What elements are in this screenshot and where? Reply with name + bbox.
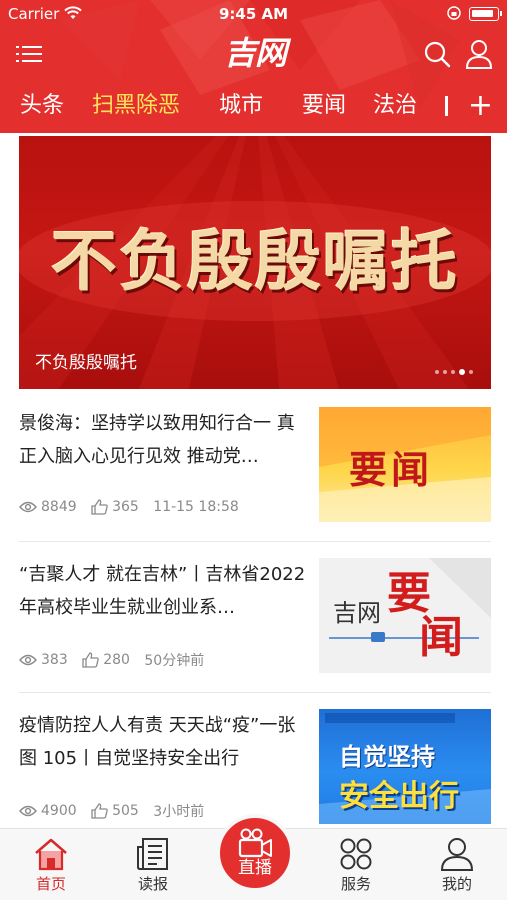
news-thumbnail[interactable]: 自觉坚持 安全出行 — [319, 709, 491, 824]
news-meta: 383 280 50分钟前 — [19, 650, 309, 670]
publish-time: 11-15 18:58 — [153, 499, 239, 515]
like-count: 505 — [91, 803, 139, 819]
banner-calligraphy: 不负殷殷嘱托 — [51, 222, 459, 300]
tab-anti-crime[interactable]: 扫黑除恶 — [92, 86, 180, 126]
category-tabs: 头条 扫黑除恶 城市 要闻 法治 + — [0, 86, 507, 126]
user-icon[interactable] — [465, 39, 493, 69]
thumbs-up-icon — [91, 499, 108, 515]
nav-profile[interactable]: 我的 — [422, 837, 492, 894]
carousel-dot — [469, 369, 473, 374]
hero-banner[interactable]: 不负殷殷嘱托 不负殷殷嘱托 — [19, 136, 491, 389]
news-item[interactable]: 景俊海：坚持学以致用知行合一 真正入脑入心见行见效 推动党… 8849 365 … — [19, 407, 491, 557]
news-meta: 8849 365 11-15 18:58 — [19, 499, 309, 515]
services-icon — [340, 838, 372, 870]
tab-city[interactable]: 城市 — [219, 86, 263, 126]
top-nav-bar: 吉网 — [0, 32, 507, 76]
tab-news[interactable]: 要闻 — [302, 86, 346, 126]
like-count: 365 — [91, 499, 139, 515]
nav-newspaper-label: 读报 — [137, 875, 168, 893]
thumbnail-text: 要 — [387, 568, 431, 619]
thumbs-up-icon — [82, 652, 99, 668]
nav-live-label: 直播 — [238, 858, 272, 878]
thumbnail-text: 自觉坚持 — [339, 743, 435, 771]
publish-time: 3小时前 — [153, 804, 205, 820]
news-title[interactable]: 疫情防控人人有责 天天战“疫”一张图 105丨自觉坚持安全出行 — [19, 709, 307, 775]
tab-overflow-indicator — [445, 96, 448, 116]
banner-caption: 不负殷殷嘱托 — [35, 353, 137, 373]
nav-live-button[interactable]: 直播 — [216, 814, 294, 892]
nav-home-label: 首页 — [35, 875, 66, 893]
carousel-dot — [451, 369, 455, 374]
news-title[interactable]: 景俊海：坚持学以致用知行合一 真正入脑入心见行见效 推动党… — [19, 407, 307, 473]
view-count: 8849 — [19, 499, 77, 515]
app-logo: 吉网 — [223, 34, 287, 72]
home-icon — [35, 838, 67, 871]
battery-icon — [469, 7, 502, 21]
status-bar: Carrier 9:45 AM — [0, 0, 507, 28]
list-divider — [19, 692, 491, 693]
publish-time: 50分钟前 — [144, 653, 205, 669]
carousel-dot — [435, 369, 439, 374]
eye-icon — [19, 805, 37, 817]
add-tab-button[interactable]: + — [468, 88, 493, 124]
carousel-dot-active — [459, 368, 465, 375]
nav-home[interactable]: 首页 — [16, 837, 86, 894]
search-icon[interactable] — [423, 40, 451, 68]
news-thumbnail[interactable]: 要闻 — [319, 407, 491, 522]
thumbnail-text: 要闻 — [349, 447, 434, 492]
nav-services-label: 服务 — [340, 875, 371, 893]
thumbs-up-icon — [91, 803, 108, 819]
news-item[interactable]: “吉聚人才 就在吉林”丨吉林省2022年高校毕业生就业创业系… 383 280 … — [19, 558, 491, 708]
orientation-lock-icon — [447, 6, 461, 20]
thumbnail-text: 吉网 — [333, 599, 381, 627]
carousel-indicator — [431, 361, 473, 375]
like-count: 280 — [82, 652, 130, 668]
news-thumbnail[interactable]: 吉网 要 闻 — [319, 558, 491, 673]
nav-profile-label: 我的 — [441, 875, 472, 893]
nav-services[interactable]: 服务 — [321, 837, 391, 894]
app-header: Carrier 9:45 AM 吉网 头条 扫黑除恶 城市 要闻 法治 + — [0, 0, 507, 133]
thumbnail-text: 闻 — [419, 612, 463, 663]
menu-icon[interactable] — [16, 41, 42, 67]
view-count: 4900 — [19, 803, 77, 819]
news-title[interactable]: “吉聚人才 就在吉林”丨吉林省2022年高校毕业生就业创业系… — [19, 558, 307, 624]
carousel-dot — [443, 369, 447, 374]
nav-newspaper[interactable]: 读报 — [118, 837, 188, 894]
profile-icon — [440, 838, 474, 871]
eye-icon — [19, 501, 37, 513]
status-time: 9:45 AM — [218, 5, 289, 23]
tab-headlines[interactable]: 头条 — [20, 86, 64, 126]
view-count: 383 — [19, 652, 68, 668]
eye-icon — [19, 654, 37, 666]
tab-law[interactable]: 法治 — [373, 86, 417, 126]
list-divider — [19, 541, 491, 542]
thumbnail-text: 安全出行 — [339, 779, 459, 814]
video-camera-icon — [238, 828, 272, 858]
newspaper-icon — [137, 838, 168, 870]
